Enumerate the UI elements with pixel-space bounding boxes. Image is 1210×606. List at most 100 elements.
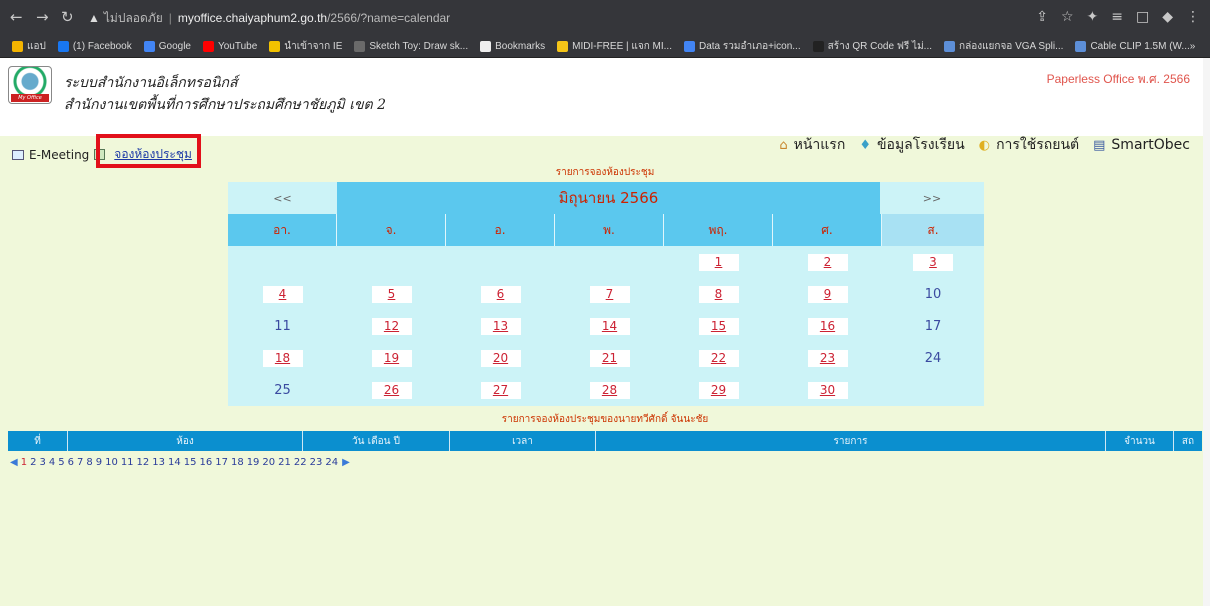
bookmark-item[interactable]: Google <box>143 41 191 52</box>
calendar: << มิถุนายน 2566 >> อา. จ. อ. พ. พฤ. ศ. ส. 123… <box>228 182 984 406</box>
bookmark-item[interactable]: YouTube <box>202 41 258 52</box>
topnav-item[interactable]: ♦ ข้อมูลโรงเรียน <box>859 134 964 156</box>
day-link[interactable]: 20 <box>480 349 521 367</box>
day-link[interactable]: 19 <box>371 349 412 367</box>
pagination: ◀ 1 2 3 4 5 6 7 8 9 10 11 12 13 14 15 16 17 18 19 20 21 22 23 24… <box>10 457 350 468</box>
bookmark-item[interactable]: Cable CLIP 1.5M (W... <box>1075 41 1190 52</box>
page-link[interactable]: 15 <box>184 457 197 468</box>
page-link[interactable]: 7 <box>77 457 83 468</box>
emeeting-link[interactable]: E-Meeting <box>29 148 89 162</box>
next-page-icon[interactable]: ▶ <box>342 457 350 468</box>
page-link[interactable]: 23 <box>310 457 323 468</box>
day-link[interactable]: 5 <box>371 285 412 303</box>
topnav-item[interactable]: ▤ SmartObec <box>1093 137 1190 153</box>
share-icon[interactable]: ⇪ <box>1036 9 1048 25</box>
day-link[interactable]: 27 <box>480 381 521 399</box>
day-link[interactable]: 23 <box>807 349 848 367</box>
column-header[interactable]: เวลา <box>450 431 596 451</box>
page-link[interactable]: 18 <box>231 457 244 468</box>
page-link[interactable]: 6 <box>68 457 74 468</box>
bookmark-label: YouTube <box>217 41 258 52</box>
day-link[interactable]: 1 <box>698 253 739 271</box>
bookmark-icon <box>57 41 69 52</box>
profile-icon[interactable]: ◆ <box>1162 9 1173 25</box>
page-link[interactable]: 22 <box>294 457 307 468</box>
address-bar[interactable]: ▲ ไม่ปลอดภัย | myoffice.chaiyaphum2.go.t… <box>88 5 998 31</box>
extension-icon[interactable]: ✦ <box>1087 9 1099 25</box>
star-icon[interactable]: ☆ <box>1061 9 1074 25</box>
scrollbar[interactable] <box>1203 58 1210 606</box>
prev-month-button[interactable]: << <box>228 182 337 214</box>
day-link[interactable]: 13 <box>480 317 521 335</box>
day-link[interactable]: 18 <box>262 349 303 367</box>
day-link[interactable]: 30 <box>807 381 848 399</box>
bookmarks-bar: แอป (1) Facebook Google YouTube นำเข้าจาก IE… <box>0 36 1210 58</box>
page-link[interactable]: 2 <box>30 457 36 468</box>
day-link[interactable]: 8 <box>698 285 739 303</box>
column-header[interactable]: ที่ <box>8 431 68 451</box>
page-link[interactable]: 11 <box>121 457 134 468</box>
page-link[interactable]: 1 <box>21 457 27 468</box>
topnav-item[interactable]: ⌂ หน้าแรก <box>779 134 845 156</box>
day-link[interactable]: 16 <box>807 317 848 335</box>
menu-icon[interactable]: ⋮ <box>1186 9 1200 25</box>
column-header[interactable]: วัน เดือน ปี <box>303 431 450 451</box>
reload-icon[interactable]: ↻ <box>61 9 74 25</box>
page-link[interactable]: 20 <box>262 457 275 468</box>
column-header[interactable]: สถ <box>1174 431 1202 451</box>
prev-page-icon[interactable]: ◀ <box>10 457 18 468</box>
page-link[interactable]: 19 <box>247 457 260 468</box>
day-link[interactable]: 21 <box>589 349 630 367</box>
day-link[interactable]: 26 <box>371 381 412 399</box>
day-cell: 4 <box>228 278 337 310</box>
school-icon: ♦ <box>859 137 871 153</box>
day-link[interactable]: 29 <box>698 381 739 399</box>
back-icon[interactable]: ← <box>10 9 23 25</box>
bookmark-item[interactable]: Sketch Toy: Draw sk... <box>354 41 468 52</box>
bookmark-item[interactable]: นำเข้าจาก IE <box>269 39 342 54</box>
page-link[interactable]: 24 <box>325 457 338 468</box>
day-link[interactable]: 28 <box>589 381 630 399</box>
page-link[interactable]: 17 <box>215 457 228 468</box>
sidepanel-icon[interactable]: □ <box>1136 9 1149 25</box>
bookmark-item[interactable]: สร้าง QR Code ฟรี ไม่... <box>812 39 932 54</box>
page-link[interactable]: 4 <box>49 457 55 468</box>
bookmark-item[interactable]: Bookmarks <box>480 41 545 52</box>
column-header[interactable]: จำนวน <box>1106 431 1174 451</box>
bookmark-label: Google <box>158 41 191 52</box>
day-link[interactable]: 9 <box>807 285 848 303</box>
day-link[interactable]: 3 <box>913 253 953 271</box>
site-logo[interactable]: My Office <box>8 66 52 104</box>
bookmark-item[interactable]: Data รวมอำเภอ+icon... <box>683 39 801 54</box>
day-link[interactable]: 15 <box>698 317 739 335</box>
bookmark-item[interactable]: (1) Facebook <box>57 41 132 52</box>
page-link[interactable]: 14 <box>168 457 181 468</box>
page-link[interactable]: 21 <box>278 457 291 468</box>
page-link[interactable]: 13 <box>152 457 165 468</box>
day-link[interactable]: 14 <box>589 317 630 335</box>
page-link[interactable]: 3 <box>39 457 45 468</box>
column-header[interactable]: รายการ <box>596 431 1106 451</box>
page-link[interactable]: 16 <box>199 457 212 468</box>
page-link[interactable]: 8 <box>86 457 92 468</box>
bookmark-item[interactable]: MIDI-FREE | แจก MI... <box>557 39 672 54</box>
page-link[interactable]: 10 <box>105 457 118 468</box>
next-month-button[interactable]: >> <box>880 182 984 214</box>
bookmark-item[interactable]: กล่องแยกจอ VGA Spli... <box>944 39 1063 54</box>
day-link[interactable]: 4 <box>262 285 303 303</box>
day-link[interactable]: 6 <box>480 285 521 303</box>
column-header[interactable]: ห้อง <box>68 431 303 451</box>
page-link[interactable]: 12 <box>137 457 150 468</box>
day-cell: 23 <box>773 342 882 374</box>
day-link[interactable]: 12 <box>371 317 412 335</box>
page-link[interactable]: 9 <box>96 457 102 468</box>
day-link[interactable]: 2 <box>807 253 848 271</box>
topnav-item[interactable]: ◐ การใช้รถยนต์ <box>979 134 1079 156</box>
bookmark-overflow-icon[interactable]: » <box>1190 41 1196 52</box>
bookmark-item[interactable]: แอป <box>12 39 46 54</box>
day-link[interactable]: 22 <box>698 349 739 367</box>
playlist-icon[interactable]: ≡ <box>1111 9 1123 25</box>
page-link[interactable]: 5 <box>58 457 64 468</box>
forward-icon[interactable]: → <box>36 9 49 25</box>
day-link[interactable]: 7 <box>589 285 630 303</box>
